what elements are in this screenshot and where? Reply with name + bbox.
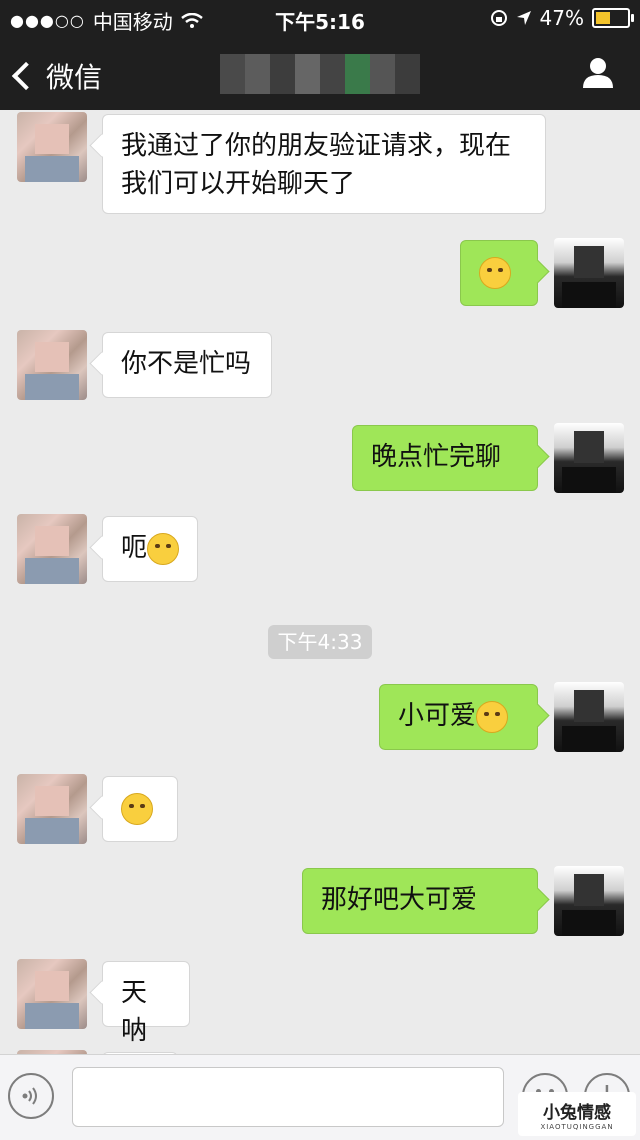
- message-text: 呃: [121, 533, 148, 563]
- chat-area[interactable]: 我通过了你的朋友验证请求，现在我们可以开始聊天了 你不是忙吗 晚点忙完聊 呃 下…: [0, 110, 640, 1054]
- voice-button[interactable]: [8, 1073, 54, 1119]
- contact-avatar[interactable]: [17, 330, 87, 400]
- back-button[interactable]: 微信: [11, 56, 103, 96]
- status-bar: ●●●○○ 中国移动 下午5:16 47%: [0, 0, 640, 36]
- smirk-emoji-icon: [479, 256, 511, 289]
- watermark-logo: 小兔情感 XIAOTUQINGGAN: [518, 1092, 636, 1136]
- my-avatar[interactable]: [554, 866, 624, 936]
- contact-avatar[interactable]: [17, 514, 87, 584]
- battery-percent: 47%: [539, 6, 584, 30]
- top-bar: ●●●○○ 中国移动 下午5:16 47% 微信: [0, 0, 640, 110]
- my-avatar[interactable]: [554, 238, 624, 308]
- message-bubble[interactable]: 天呐: [102, 961, 190, 1046]
- message-bubble[interactable]: [102, 776, 178, 842]
- contact-avatar[interactable]: [17, 774, 87, 844]
- message-bubble[interactable]: 晚点忙完聊: [352, 425, 538, 491]
- smirk-emoji-icon: [476, 700, 509, 733]
- nav-bar: 微信: [0, 38, 640, 110]
- my-avatar[interactable]: [554, 423, 624, 493]
- contact-avatar[interactable]: [17, 959, 87, 1029]
- message-bubble[interactable]: 我通过了你的朋友验证请求，现在我们可以开始聊天了: [102, 114, 546, 214]
- message-text: 晚点忙完聊: [371, 442, 502, 472]
- message-text: 那好吧大可爱: [321, 885, 478, 915]
- message-text: 天呐: [121, 978, 148, 1046]
- message-bubble[interactable]: 你不是忙吗: [102, 332, 272, 398]
- location-icon: [516, 11, 531, 25]
- message-text: 你不是忙吗: [121, 349, 252, 379]
- my-avatar[interactable]: [554, 682, 624, 752]
- contact-name-pixelated: [220, 54, 420, 94]
- watermark-title: 小兔情感: [543, 1102, 611, 1123]
- message-bubble[interactable]: 那好吧大可爱: [302, 868, 538, 934]
- profile-icon[interactable]: [580, 54, 616, 90]
- message-text: 我通过了你的朋友验证请求，现在我们可以开始聊天了: [121, 131, 512, 199]
- voice-icon: [22, 1087, 37, 1105]
- contact-avatar[interactable]: [17, 112, 87, 182]
- watermark-subtitle: XIAOTUQINGGAN: [540, 1122, 614, 1131]
- message-text: 小可爱: [398, 701, 477, 731]
- message-bubble[interactable]: 小可爱: [379, 684, 538, 750]
- chevron-left-icon: [11, 61, 41, 91]
- battery-fill: [596, 12, 611, 24]
- rotation-lock-icon: [490, 10, 507, 26]
- message-bubble[interactable]: 呃: [102, 516, 198, 582]
- smile-emoji-icon: [147, 532, 180, 565]
- message-input[interactable]: [72, 1067, 504, 1127]
- blush-emoji-icon: [121, 792, 153, 825]
- battery-icon: [592, 8, 634, 28]
- message-bubble[interactable]: [460, 240, 538, 306]
- timestamp-badge: 下午4:33: [268, 625, 372, 659]
- back-label: 微信: [46, 61, 103, 94]
